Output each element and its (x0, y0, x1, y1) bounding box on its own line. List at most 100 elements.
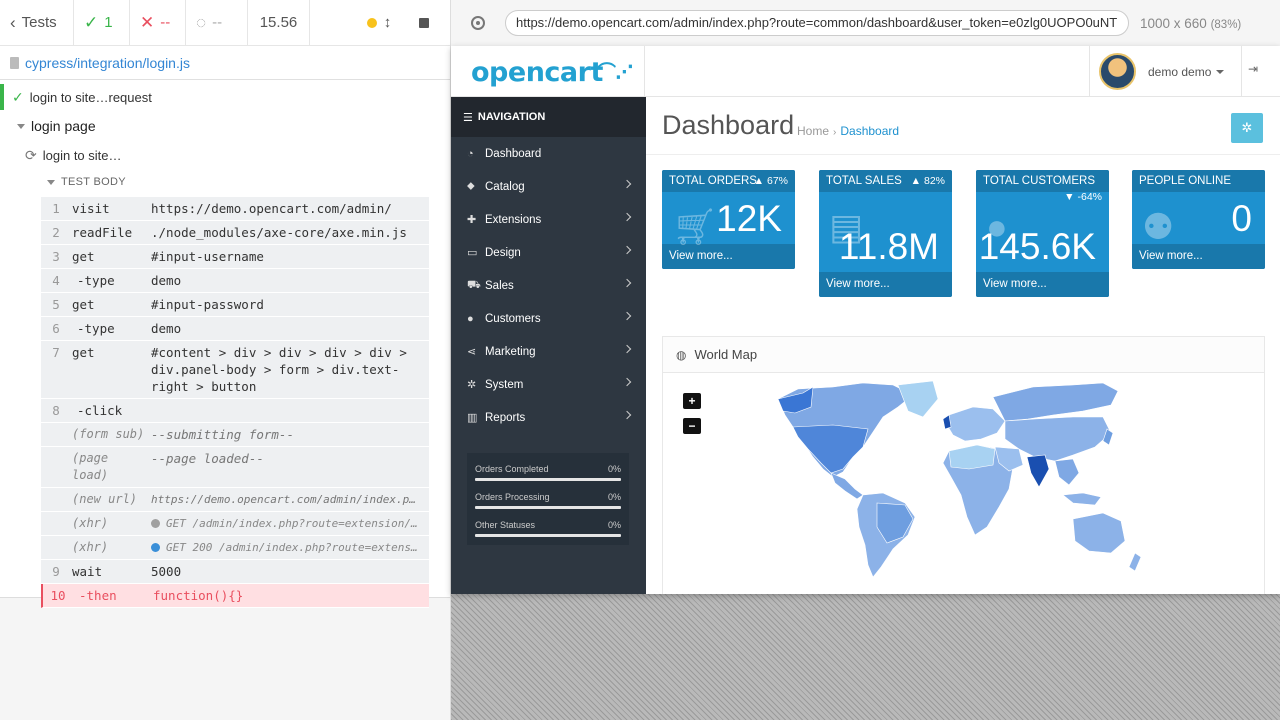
command-row[interactable]: (page load) --page loaded-- (41, 447, 429, 488)
selector-playground-button[interactable] (451, 0, 505, 46)
test-item-running[interactable]: ⟳ login to site… (0, 141, 450, 169)
failed-count: ✕ -- (130, 0, 186, 45)
order-status-summary: Orders Completed 0% Orders Processing 0% Oth… (467, 453, 629, 545)
user-icon: ● (467, 312, 474, 325)
test-title: login to site… (42, 147, 122, 163)
running-indicator-icon (366, 17, 377, 28)
viewport-size: 1000 x 660 (1140, 15, 1207, 31)
crosshair-icon (471, 16, 485, 30)
sidebar-item-extensions[interactable]: ✚ Extensions (451, 203, 646, 236)
status-progress: Orders Completed 0% (475, 461, 621, 489)
sidebar-item-sales[interactable]: ⛟ Sales (451, 269, 646, 302)
command-number: 8 (52, 403, 60, 418)
logout-icon[interactable]: ⇥ (1248, 62, 1258, 76)
command-row[interactable]: 2 readFile ./node_modules/axe-core/axe.min… (41, 221, 429, 245)
bars-icon: ☰ (463, 111, 473, 124)
auto-scroll-toggle[interactable]: ↕ (360, 0, 398, 46)
world-map-panel: ◍ World Map + − (662, 336, 1265, 594)
command-message: --page loaded-- (151, 451, 264, 466)
tile-title: PEOPLE ONLINE (1139, 175, 1232, 187)
command-row[interactable]: 7 get #content > div > div > div > div > d… (41, 341, 429, 399)
status-label: Orders Processing (475, 492, 550, 502)
zoom-out-button[interactable]: − (683, 418, 701, 434)
test-body-header[interactable]: TEST BODY (0, 172, 450, 192)
command-row[interactable]: (xhr) GET 200 /admin/index.php?route=exte… (41, 536, 429, 560)
tile-change-badge: ▲ 67% (753, 175, 788, 187)
command-name: get (72, 345, 95, 360)
command-row[interactable]: (xhr) GET /admin/index.php?route=extensio… (41, 512, 429, 536)
suite-item[interactable]: login page (0, 112, 450, 140)
command-name: -type (77, 273, 115, 288)
user-name: demo demo (1148, 64, 1212, 79)
puzzle-icon: ✚ (467, 214, 477, 226)
map-region-new-zealand (1128, 552, 1142, 572)
tile-value: 0 (1231, 198, 1252, 239)
command-name: (xhr) (72, 540, 109, 554)
command-number: 10 (50, 588, 66, 603)
command-log: 1 visit https://demo.opencart.com/admin/2 r… (41, 197, 429, 608)
nav-heading[interactable]: ☰ NAVIGATION (451, 97, 646, 137)
gear-icon: ✲ (1241, 120, 1253, 135)
command-row[interactable]: 10 -then function(){} (41, 584, 429, 608)
avatar (1099, 53, 1136, 90)
test-item-passed[interactable]: ✓ login to site…request (0, 84, 450, 110)
command-name: -then (79, 588, 117, 603)
progress-bar (475, 534, 621, 537)
command-row[interactable]: 9 wait 5000 (41, 560, 429, 584)
sidebar-item-system[interactable]: ✲ System (451, 368, 646, 401)
divider (644, 46, 645, 97)
sidebar-item-design[interactable]: ▭ Design (451, 236, 646, 269)
command-row[interactable]: 6 -type demo (41, 317, 429, 341)
command-number: 7 (52, 345, 60, 360)
breadcrumb-current[interactable]: Dashboard (840, 124, 899, 138)
command-row[interactable]: 4 -type demo (41, 269, 429, 293)
sidebar-item-customers[interactable]: ● Customers (451, 302, 646, 335)
sidebar-item-marketing[interactable]: ⋖ Marketing (451, 335, 646, 368)
viewport-scale: (83%) (1210, 18, 1242, 31)
breadcrumb-home[interactable]: Home (797, 124, 829, 138)
command-name: -type (77, 321, 115, 336)
progress-bar (475, 478, 621, 481)
sidebar-item-catalog[interactable]: ⬥ Catalog (451, 170, 646, 203)
opencart-logo[interactable]: opencart ⌒⋰ (471, 57, 633, 88)
caret-down-icon (1216, 69, 1225, 74)
view-more-link[interactable]: View more... (819, 272, 952, 297)
globe-icon: ◍ (676, 347, 687, 362)
tile-change-badge: ▲ 82% (910, 175, 945, 187)
zoom-in-button[interactable]: + (683, 393, 701, 409)
command-row[interactable]: 8 -click (41, 399, 429, 423)
tile-value: 145.6K (978, 226, 1096, 267)
command-row[interactable]: 5 get #input-password (41, 293, 429, 317)
sidebar-item-label: Design (485, 246, 521, 259)
spec-path-link[interactable]: cypress/integration/login.js (25, 55, 190, 71)
chevron-right-icon (622, 377, 632, 387)
command-message: #content > div > div > div > div > div.p… (151, 345, 407, 394)
map-region-africa-north (948, 444, 996, 470)
command-row[interactable]: 1 visit https://demo.opencart.com/admin/ (41, 197, 429, 221)
bar-chart-icon: ▥ (467, 412, 478, 424)
command-message: https://demo.opencart.com/admin/index.ph… (151, 493, 429, 506)
world-map[interactable] (773, 377, 1153, 587)
command-message: demo (151, 273, 182, 288)
url-bar[interactable]: https://demo.opencart.com/admin/index.ph… (505, 10, 1129, 36)
settings-button[interactable]: ✲ (1231, 113, 1263, 143)
command-row[interactable]: 3 get #input-username (41, 245, 429, 269)
view-more-link[interactable]: View more... (976, 272, 1109, 297)
tile-heading: PEOPLE ONLINE (1132, 170, 1265, 192)
tests-back-button[interactable]: ‹ Tests (0, 0, 74, 45)
sidebar-item-label: Customers (485, 312, 541, 325)
command-message: function(){} (153, 588, 244, 603)
stop-button[interactable] (398, 0, 450, 46)
command-row[interactable]: (form sub) --submitting form-- (41, 423, 429, 447)
sidebar-item-dashboard[interactable]: ◔ Dashboard (451, 137, 646, 170)
tile-people-online: PEOPLE ONLINE ⚉ 0 View more... (1132, 170, 1265, 269)
user-menu[interactable]: demo demo (1089, 46, 1242, 97)
xhr-status-dot-icon (151, 543, 160, 552)
nav-heading-label: NAVIGATION (477, 111, 546, 123)
command-row[interactable]: (new url) https://demo.opencart.com/admin… (41, 488, 429, 512)
map-region-australia (1072, 512, 1126, 554)
command-message: GET /admin/index.php?route=extension/das… (151, 515, 429, 532)
viewport-info[interactable]: 1000 x 660 (83%) (1140, 16, 1241, 31)
sidebar-item-reports[interactable]: ▥ Reports (451, 401, 646, 434)
passed-value: 1 (104, 14, 113, 31)
